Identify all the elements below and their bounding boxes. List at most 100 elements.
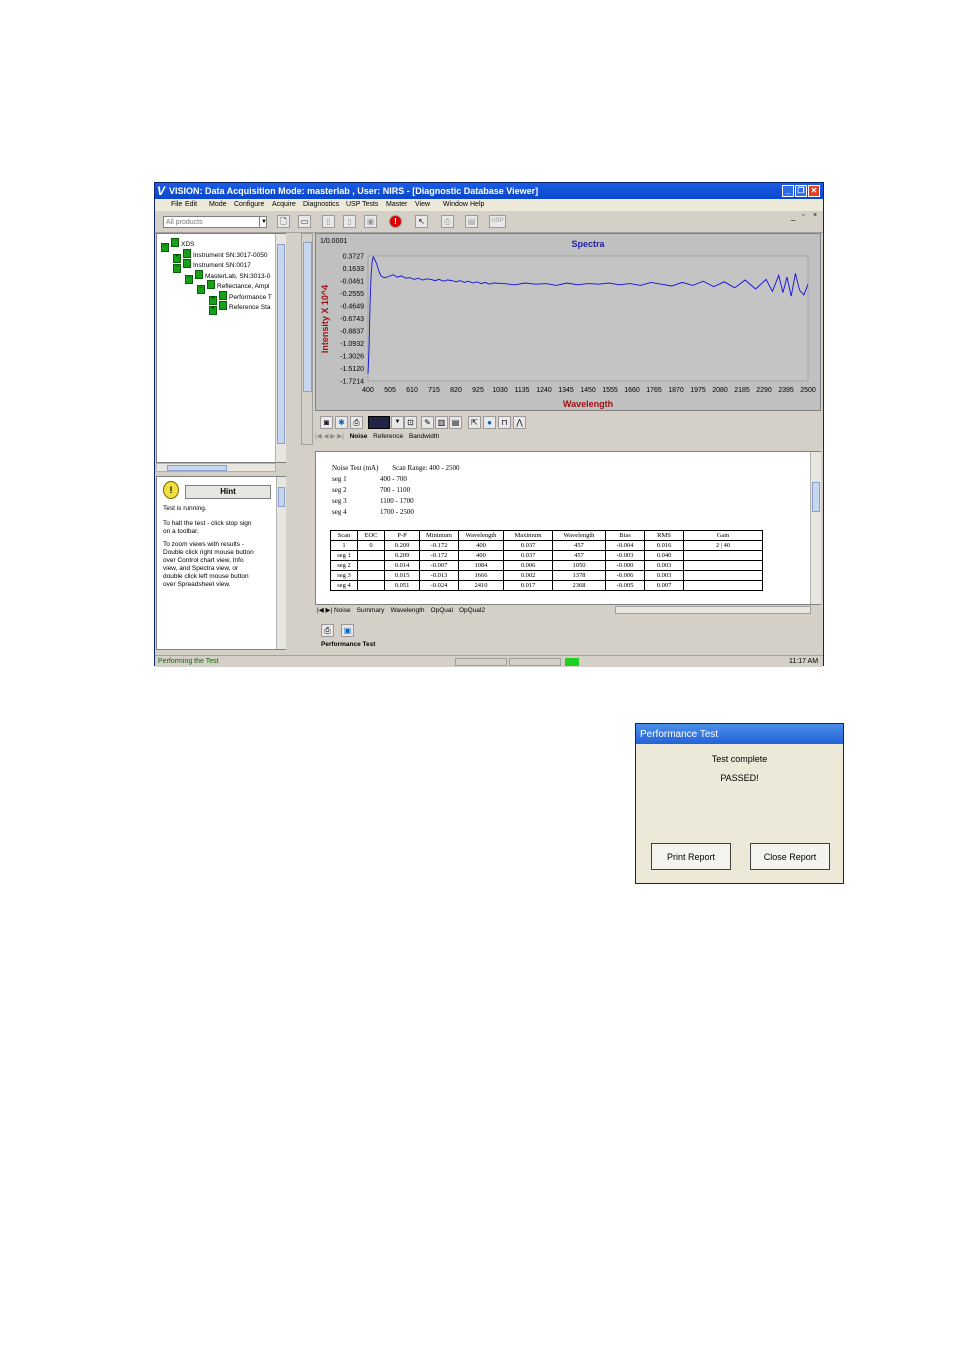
collapse-icon[interactable]: − — [197, 285, 205, 294]
node-icon — [219, 290, 227, 300]
table-cell: 400 — [458, 540, 504, 551]
report-tab-opqual[interactable]: OpQual — [431, 607, 453, 614]
tab-performance-test[interactable]: Performance Test — [321, 641, 375, 648]
column-header: RMS — [644, 530, 684, 541]
table-cell: 0.017 — [503, 580, 553, 591]
menu-usp-tests[interactable]: USP Tests — [346, 199, 378, 211]
report-view[interactable]: Noise Test (mA) Scan Range: 400 - 2500 s… — [315, 451, 821, 605]
report-tab-noise[interactable]: Noise — [334, 607, 351, 614]
close-icon[interactable]: ✕ — [808, 185, 820, 197]
menu-mode[interactable]: Mode — [209, 199, 227, 211]
tab-nav-icon[interactable]: |◀ ▶| — [317, 607, 334, 614]
report-scrollbar[interactable] — [810, 452, 821, 604]
table-cell: 0.015 — [384, 570, 420, 581]
color-dropdown-icon[interactable]: ▼ — [391, 416, 404, 429]
tree-item[interactable]: + Reference Sta — [209, 301, 271, 315]
color-select[interactable] — [368, 416, 390, 429]
open-icon[interactable]: ▭ — [298, 215, 311, 228]
cursor-help-icon[interactable]: ↖ — [415, 215, 428, 228]
chevron-down-icon[interactable]: ▼ — [259, 216, 268, 228]
close-report-button[interactable]: Close Report — [750, 843, 830, 870]
menu-window[interactable]: Window — [443, 199, 468, 211]
tab-bandwidth[interactable]: Bandwidth — [409, 433, 439, 440]
scale-icon[interactable]: ⇱ — [468, 416, 481, 429]
table-cell: 1 — [330, 540, 358, 551]
vgrid-icon[interactable]: ▥ — [435, 416, 448, 429]
mdi-minimize-icon[interactable]: _ — [791, 212, 795, 221]
tab-reference[interactable]: Reference — [373, 433, 403, 440]
chart-print-icon[interactable]: ⎙ — [350, 416, 363, 429]
copy-icon[interactable]: ▯ — [322, 215, 335, 228]
collapse-icon[interactable]: − — [161, 243, 169, 252]
print-icon[interactable]: ⎙ — [441, 215, 454, 228]
table-cell: -0.000 — [605, 560, 645, 571]
tab-noise[interactable]: Noise — [350, 433, 368, 440]
splitter-scrollbar[interactable] — [301, 233, 313, 445]
usp-icon[interactable]: USP — [489, 215, 506, 228]
report-tab-wavelength[interactable]: Wavelength — [390, 607, 424, 614]
minimize-icon[interactable]: _ — [782, 185, 794, 197]
column-header: Maximum — [503, 530, 553, 541]
column-header: Scan — [330, 530, 358, 541]
hint-scrollbar[interactable] — [276, 477, 286, 649]
stop-icon[interactable]: ! — [389, 215, 402, 228]
tree-scrollbar[interactable] — [275, 234, 286, 462]
hgrid-icon[interactable]: ▤ — [449, 416, 462, 429]
print-report-button[interactable]: Print Report — [651, 843, 731, 870]
dialog-result: PASSED! — [720, 773, 759, 783]
hint-panel: ! Hint Test is running. To halt the test … — [156, 476, 286, 650]
y-tick-label: -0.8837 — [340, 329, 364, 336]
camera-icon[interactable]: ◙ — [320, 416, 333, 429]
column-header: Bias — [605, 530, 645, 541]
table-cell: seg 1 — [330, 550, 358, 561]
table-cell: -0.024 — [419, 580, 459, 591]
marker-icon[interactable]: ● — [483, 416, 496, 429]
collapse-icon[interactable]: − — [185, 274, 193, 284]
mdi-close-icon[interactable]: × — [813, 212, 817, 219]
expand-icon[interactable]: + — [209, 306, 217, 315]
collapse-icon[interactable]: − — [173, 264, 181, 273]
bottom-print-icon[interactable]: ⎙ — [321, 624, 334, 637]
node-icon — [195, 269, 203, 279]
menu-edit[interactable]: Edit — [185, 199, 197, 211]
paste-icon[interactable]: ▯ — [343, 215, 356, 228]
new-icon[interactable]: 🗋 — [277, 215, 290, 228]
table-cell: -0.005 — [605, 580, 645, 591]
peak-icon[interactable]: ⋀ — [513, 416, 526, 429]
title-bar[interactable]: V VISION: Data Acquisition Mode: masterl… — [155, 183, 823, 199]
menu-diagnostics[interactable]: Diagnostics — [303, 199, 339, 211]
report-tab-summary[interactable]: Summary — [357, 607, 385, 614]
restore-icon[interactable]: ❐ — [795, 185, 807, 197]
menu-help[interactable]: Help — [470, 199, 484, 211]
report-icon[interactable]: ▤ — [465, 215, 478, 228]
table-row: seg 3 0.015 -0.013 1666 0.002 1378 -0.006 0.003 — [330, 570, 763, 581]
product-tree[interactable]: − XDS + Instrument SN:3017-0050− Instrument … — [156, 233, 286, 463]
pointer-icon[interactable]: ⊓ — [498, 416, 511, 429]
menu-file[interactable]: File — [171, 199, 182, 211]
menu-view[interactable]: View — [415, 199, 430, 211]
table-cell: 1084 — [458, 560, 504, 571]
report-hscrollbar[interactable] — [615, 606, 811, 614]
report-tab-opqual2[interactable]: OpQual2 — [459, 607, 485, 614]
x-axis-label: Wavelength — [563, 399, 613, 409]
performance-test-dialog: Performance Test Test complete PASSED! P… — [635, 723, 844, 884]
dialog-title[interactable]: Performance Test — [636, 724, 843, 744]
table-cell: 0.051 — [384, 580, 420, 591]
pen-icon[interactable]: ✎ — [421, 416, 434, 429]
menu-acquire[interactable]: Acquire — [272, 199, 296, 211]
grid-icon[interactable]: ✱ — [335, 416, 348, 429]
menu-configure[interactable]: Configure — [234, 199, 264, 211]
spectra-chart-panel[interactable]: 1/0.0001 Spectra Wavelength Intensity X 10^… — [315, 233, 821, 411]
save-icon[interactable]: ▣ — [364, 215, 377, 228]
product-combo[interactable]: All products — [163, 216, 267, 228]
bottom-save-icon[interactable]: ▣ — [341, 624, 354, 637]
menu-master[interactable]: Master — [386, 199, 407, 211]
hint-line: on a toolbar. — [163, 528, 199, 535]
y-tick-label: -0.4649 — [340, 304, 364, 311]
y-tick-label: -1.0932 — [340, 341, 364, 348]
mdi-restore-icon[interactable]: ▫ — [802, 212, 804, 219]
table-cell: 400 — [458, 550, 504, 561]
tree-hscrollbar[interactable] — [156, 463, 276, 472]
tab-nav-icon[interactable]: |◀ ◀ ▶ ▶| — [315, 433, 344, 440]
zoom-icon[interactable]: ⊡ — [404, 416, 417, 429]
